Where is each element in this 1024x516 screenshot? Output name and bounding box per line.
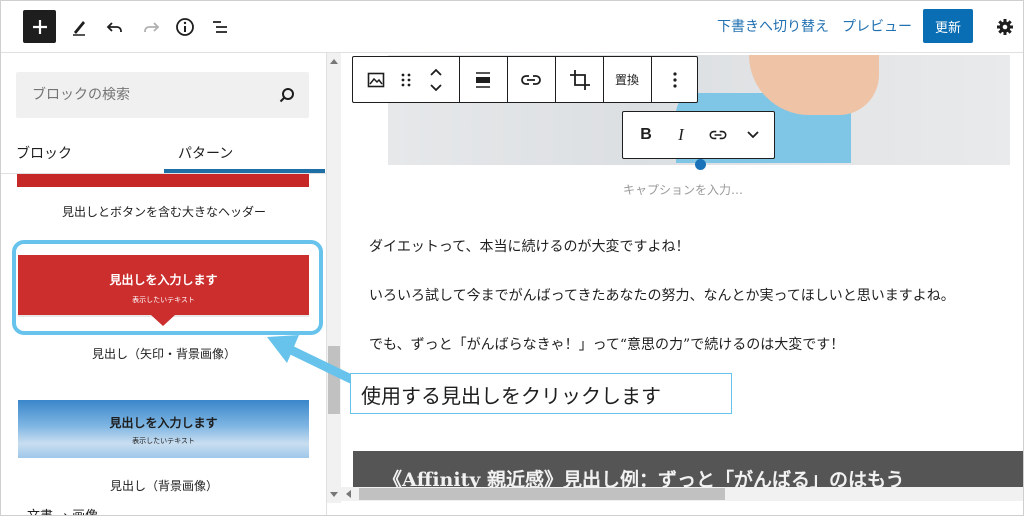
annotation-callout: 使用する見出しをクリックします [350, 373, 732, 414]
block-toolbar: 置換 [352, 56, 698, 103]
caption-input[interactable]: キャプションを入力… [341, 181, 1023, 198]
resize-handle[interactable] [695, 159, 706, 170]
undo-icon[interactable] [99, 11, 131, 43]
chevron-down-icon[interactable] [737, 112, 769, 158]
paragraph-block[interactable]: いろいろ試して今までがんばってきたあなたの努力、なんとか実ってほしいと思いますよ… [369, 285, 955, 305]
link-icon[interactable] [701, 112, 735, 158]
image-icon[interactable] [361, 57, 391, 102]
heading-block[interactable]: 《Affinity 親近感》見出し例：ずっと「がんばる」のはもう [353, 451, 1023, 487]
list-view-icon[interactable] [204, 11, 236, 43]
format-toolbar: B I [622, 111, 775, 159]
tab-blocks[interactable]: ブロック [16, 133, 72, 173]
search-input[interactable] [16, 72, 266, 118]
annotation-arrow-icon [267, 335, 356, 384]
heading-text: 《Affinity 親近感》見出し例：ずっと「がんばる」のはもう [383, 469, 905, 487]
toolbar-separator [459, 57, 460, 102]
update-button[interactable]: 更新 [923, 9, 973, 43]
sidebar-scrollbar[interactable] [327, 53, 341, 503]
preview-link[interactable]: プレビュー [842, 16, 912, 36]
align-icon[interactable] [465, 57, 501, 102]
editor-horizontal-scrollbar[interactable] [341, 487, 1023, 501]
gear-icon[interactable] [989, 11, 1021, 43]
replace-button[interactable]: 置換 [605, 57, 649, 102]
scrollbar-thumb[interactable] [359, 488, 725, 500]
pattern-label-heading-background: 見出し（背景画像） [109, 479, 218, 493]
paragraph-block[interactable]: でも、ずっと「がんばらなきゃ！」って“意思の力”で続けるのは大変です！ [369, 334, 844, 354]
pattern-preview-heading: 見出しを入力します [109, 416, 218, 430]
scroll-left-arrow-icon[interactable] [346, 490, 351, 498]
toolbar-separator [555, 57, 556, 102]
pattern-preview-subtext: 表示したいテキスト [132, 437, 195, 445]
toolbar-separator [651, 57, 652, 102]
drag-handle-icon[interactable] [393, 57, 419, 102]
info-icon[interactable] [169, 11, 201, 43]
pattern-preview-large-header[interactable] [17, 174, 309, 187]
block-search [16, 72, 309, 118]
pencil-icon[interactable] [63, 11, 95, 43]
paragraph-block[interactable]: ダイエットって、本当に続けるのが大変ですよね！ [369, 236, 689, 256]
breadcrumb[interactable]: 文書 → 画像 [27, 505, 98, 515]
more-options-icon[interactable] [657, 57, 693, 102]
toolbar-separator [507, 57, 508, 102]
toolbar-separator [603, 57, 604, 102]
save-draft-link[interactable]: 下書きへ切り替え [717, 16, 829, 36]
redo-icon[interactable] [135, 11, 167, 43]
plus-icon[interactable] [23, 10, 56, 43]
tab-patterns[interactable]: パターン [178, 133, 233, 173]
italic-button[interactable]: I [665, 112, 697, 158]
highlight-frame [12, 240, 323, 335]
scroll-up-arrow-icon[interactable] [330, 59, 338, 64]
pattern-label-large-header: 見出しとボタンを含む大きなヘッダー [61, 205, 266, 219]
block-inserter-panel: ブロック パターン 見出しとボタンを含む大きなヘッダー 見出しを入力します 表示… [1, 53, 327, 515]
bold-button[interactable]: B [629, 112, 663, 158]
crop-icon[interactable] [560, 57, 600, 102]
editor-window: 下書きへ切り替え プレビュー 更新 ブロック パターン 見出しとボタンを含む大き… [0, 0, 1024, 516]
top-toolbar: 下書きへ切り替え プレビュー 更新 [1, 1, 1023, 53]
pattern-preview-heading-background[interactable]: 見出しを入力します 表示したいテキスト [18, 400, 309, 458]
move-up-down-icon[interactable] [421, 57, 451, 102]
annotation-text: 使用する見出しをクリックします [361, 384, 661, 408]
search-icon[interactable] [276, 84, 298, 106]
link-icon[interactable] [513, 57, 549, 102]
scroll-down-arrow-icon[interactable] [330, 492, 338, 497]
